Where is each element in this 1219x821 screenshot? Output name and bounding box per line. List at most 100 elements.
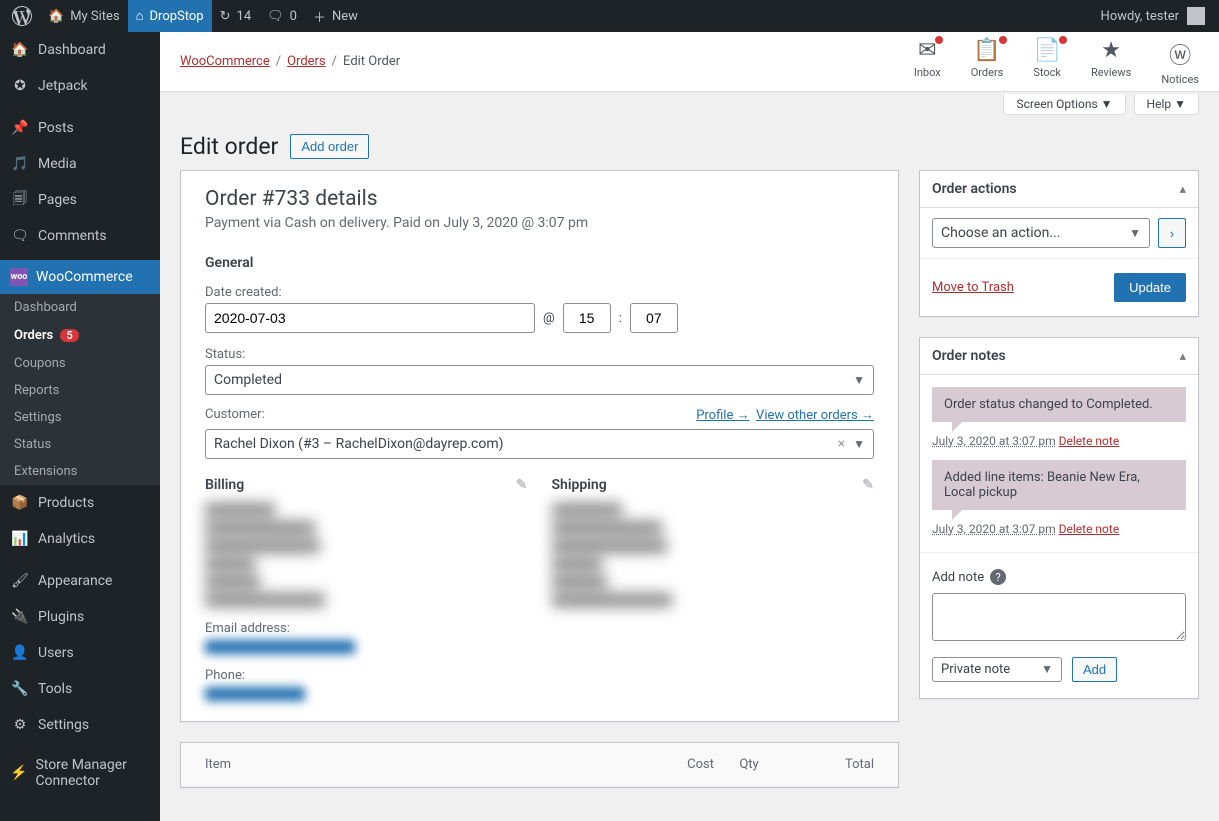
comment-icon: 🗨 (267, 9, 284, 24)
submenu-coupons[interactable]: Coupons (0, 350, 160, 377)
updates[interactable]: ↻14 (212, 0, 260, 32)
menu-analytics[interactable]: 📊Analytics (0, 521, 160, 557)
submenu-reports[interactable]: Reports (0, 377, 160, 404)
pin-icon: 📌 (10, 118, 30, 138)
star-icon: ★ (1101, 38, 1121, 63)
shipping-address (552, 503, 875, 607)
note-item: Added line items: Beanie New Era, Local … (932, 460, 1186, 510)
help-icon[interactable]: ? (990, 569, 1006, 585)
page-icon: 🗐 (10, 190, 30, 210)
submenu-status[interactable]: Status (0, 431, 160, 458)
wp-logo[interactable] (4, 0, 40, 32)
menu-woocommerce[interactable]: wooWooCommerce (0, 260, 160, 294)
chevron-down-icon: ▼ (853, 373, 865, 387)
billing-address (205, 503, 528, 607)
minute-input[interactable] (630, 303, 678, 333)
clear-icon[interactable]: × (838, 436, 845, 452)
page-header: Edit order Add order (160, 115, 1219, 170)
customer-label: Customer: (205, 407, 265, 422)
screen-options-tab[interactable]: Screen Options ▼ (1003, 94, 1125, 115)
panel-reviews[interactable]: ★Reviews (1091, 38, 1131, 86)
submenu-extensions[interactable]: Extensions (0, 458, 160, 485)
menu-products[interactable]: 📦Products (0, 485, 160, 521)
menu-users[interactable]: 👤Users (0, 635, 160, 671)
delete-note-link[interactable]: Delete note (1059, 522, 1120, 536)
home-icon: ⌂ (136, 8, 144, 24)
chevron-down-icon: ▼ (1129, 226, 1141, 240)
submenu-dashboard[interactable]: Dashboard (0, 294, 160, 321)
note-item: Order status changed to Completed. (932, 387, 1186, 422)
menu-store-manager[interactable]: ⚡Store Manager Connector (0, 749, 160, 797)
menu-media[interactable]: 🎵Media (0, 146, 160, 182)
menu-settings[interactable]: ⚙Settings (0, 707, 160, 743)
help-tab[interactable]: Help ▼ (1134, 94, 1199, 115)
panel-orders[interactable]: 📋Orders (971, 38, 1004, 86)
submenu-orders[interactable]: Orders 5 (0, 321, 160, 350)
menu-plugins[interactable]: 🔌Plugins (0, 599, 160, 635)
plug-icon: 🔌 (10, 607, 30, 627)
stock-icon: 📄 (1033, 38, 1060, 63)
menu-appearance[interactable]: 🖌Appearance (0, 563, 160, 599)
other-orders-link[interactable]: View other orders → (756, 408, 874, 423)
order-actions-box: Order actions ▴ Choose an action...▼ › Mo… (919, 170, 1199, 317)
profile-link[interactable]: Profile → (696, 408, 749, 423)
order-items-box: Item Cost Qty Total (180, 742, 899, 788)
site-link[interactable]: ⌂DropStop (128, 0, 212, 32)
col-total: Total (784, 757, 874, 772)
panel-stock[interactable]: 📄Stock (1033, 38, 1061, 86)
billing-column: Billing✎ Email address: P (205, 477, 528, 705)
menu-tools[interactable]: 🔧Tools (0, 671, 160, 707)
my-sites[interactable]: 🏠My Sites (40, 0, 128, 32)
edit-billing-icon[interactable]: ✎ (516, 477, 528, 493)
panel-notices[interactable]: ⓦNotices (1161, 38, 1199, 86)
add-order-button[interactable]: Add order (290, 134, 369, 159)
status-select[interactable]: Completed▼ (205, 365, 874, 395)
menu-comments[interactable]: 🗨Comments (0, 218, 160, 254)
comments-bubble[interactable]: 🗨0 (259, 0, 305, 32)
time-sep: : (619, 311, 622, 326)
screen-meta: Screen Options ▼ Help ▼ (160, 92, 1219, 115)
toggle-icon[interactable]: ▴ (1179, 182, 1186, 197)
note-type-select[interactable]: Private note▼ (932, 657, 1062, 682)
panel-inbox[interactable]: ✉Inbox (914, 38, 941, 86)
wp-icon: ⓦ (1169, 38, 1191, 70)
delete-note-link[interactable]: Delete note (1059, 434, 1120, 448)
action-select[interactable]: Choose an action...▼ (932, 218, 1150, 248)
edit-shipping-icon[interactable]: ✎ (862, 477, 874, 493)
brush-icon: 🖌 (10, 571, 30, 591)
menu-pages[interactable]: 🗐Pages (0, 182, 160, 218)
howdy-user[interactable]: Howdy, tester (1091, 7, 1215, 25)
submenu-settings[interactable]: Settings (0, 404, 160, 431)
date-label: Date created: (205, 285, 874, 300)
customer-select[interactable]: Rachel Dixon (#3 – RachelDixon@dayrep.co… (205, 429, 874, 459)
add-note-button[interactable]: Add (1072, 657, 1117, 682)
crumb-orders[interactable]: Orders (287, 54, 326, 69)
update-icon: ↻ (220, 9, 231, 24)
update-button[interactable]: Update (1114, 273, 1186, 302)
woo-submenu: Dashboard Orders 5 Coupons Reports Setti… (0, 294, 160, 485)
note-textarea[interactable] (932, 593, 1186, 641)
page-title: Edit order (180, 133, 278, 160)
email-label: Email address: (205, 621, 528, 636)
menu-posts[interactable]: 📌Posts (0, 110, 160, 146)
dashboard-icon: 🏠 (10, 40, 30, 60)
hour-input[interactable] (563, 303, 611, 333)
shipping-column: Shipping✎ (552, 477, 875, 705)
wordpress-icon (12, 6, 32, 26)
menu-jetpack[interactable]: ✪Jetpack (0, 68, 160, 104)
crumb-current: Edit Order (343, 54, 400, 69)
trash-link[interactable]: Move to Trash (932, 280, 1014, 295)
date-input[interactable] (205, 303, 535, 333)
sliders-icon: ⚙ (10, 715, 30, 735)
new-content[interactable]: ＋New (305, 0, 366, 32)
order-details-box: Order #733 details Payment via Cash on d… (180, 170, 899, 722)
menu-dashboard[interactable]: 🏠Dashboard (0, 32, 160, 68)
crumb-woo[interactable]: WooCommerce (180, 54, 270, 69)
order-actions-title: Order actions (932, 181, 1017, 197)
action-go-button[interactable]: › (1158, 218, 1186, 248)
user-icon: 👤 (10, 643, 30, 663)
admin-bar: 🏠My Sites ⌂DropStop ↻14 🗨0 ＋New Howdy, t… (0, 0, 1219, 32)
toggle-icon[interactable]: ▴ (1179, 349, 1186, 364)
chevron-down-icon: ▼ (853, 437, 865, 451)
content: WooCommerce/Orders/Edit Order ✉Inbox 📋Or… (160, 32, 1219, 821)
